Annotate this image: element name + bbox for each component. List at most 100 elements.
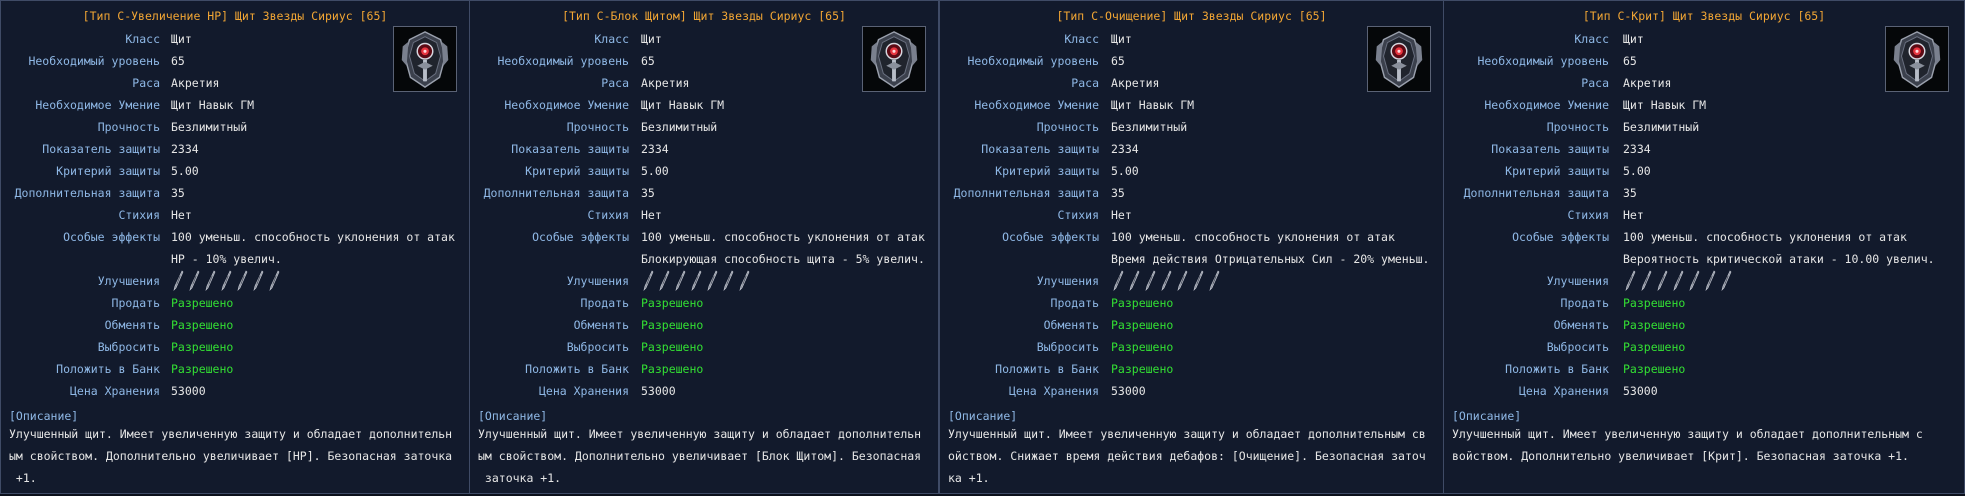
stat-value: 2334 [171,142,199,156]
upgrade-slot-icon [235,270,250,292]
stat-label: Показатель защиты [1491,142,1609,156]
upgrade-slot-icon [1719,270,1734,292]
description-line: ка +1. [948,471,990,485]
upgrade-slot-icon [1671,270,1686,292]
stat-value: 35 [1623,186,1637,200]
stat-value: 2334 [1623,142,1651,156]
stat-label: Класс [594,32,629,46]
stat-value: 35 [171,186,185,200]
stat-label: Продать [1050,296,1099,310]
stat-label: Цена Хранения [69,384,160,398]
upgrade-slot-icon [267,270,282,292]
description-line: Улучшенный щит. Имеет увеличенную защиту… [948,427,1426,441]
stat-label: Раса [601,76,629,90]
stat-value: Щит Навык ГМ [641,98,725,112]
shield-icon [1368,27,1430,91]
upgrade-slots [1111,270,1222,292]
description-line: Улучшенный щит. Имеет увеличенную защиту… [9,427,453,441]
upgrade-slot-icon [1207,270,1222,292]
description-text: Улучшенный щит. Имеет увеличенную защиту… [948,423,1426,489]
stat-value: Разрешено [1623,318,1686,332]
upgrade-slot-icon [721,270,736,292]
stat-value: Разрешено [1111,340,1174,354]
shield-icon [863,27,925,91]
stat-value: Акретия [1111,76,1160,90]
stat-label: Положить в Банк [525,362,629,376]
upgrade-slot-icon [171,270,186,292]
stat-label: Необходимое Умение [504,98,629,112]
upgrade-slot-icon [641,270,656,292]
description-text: Улучшенный щит. Имеет увеличенную защиту… [478,423,921,489]
upgrade-slot-icon [187,270,202,292]
description-heading: [Описание] [948,409,1018,423]
upgrade-slots [1623,270,1734,292]
stat-value: Разрешено [171,296,234,310]
stat-label: Улучшения [1036,274,1099,288]
stat-value: Разрешено [1623,296,1686,310]
item-portrait [1367,26,1431,92]
stat-label: Класс [1574,32,1609,46]
stat-label: Обменять [1553,318,1609,332]
stat-label: Дополнительная защита [1463,186,1609,200]
upgrade-slot-icon [705,270,720,292]
upgrade-slot-icon [203,270,218,292]
stat-value: 35 [1111,186,1125,200]
stat-value: Безлимитный [1111,120,1188,134]
stat-label: Положить в Банк [56,362,160,376]
stat-value: 35 [641,186,655,200]
stat-label: Показатель защиты [981,142,1099,156]
description-line: ойством. Снижает время действия дебафов:… [948,449,1426,463]
description-heading: [Описание] [1452,409,1522,423]
stat-value: Нет [641,208,662,222]
stat-label: Обменять [1043,318,1099,332]
item-portrait [1885,26,1949,92]
item-title: [Тип С-Очищение] Щит Звезды Сириус [65] [1056,9,1327,23]
stat-value-special: 100 уменьш. способность уклонения от ата… [171,230,455,266]
stat-label: Показатель защиты [42,142,160,156]
stat-label: Положить в Банк [995,362,1099,376]
upgrade-slot-icon [737,270,752,292]
upgrade-slot-icon [1127,270,1142,292]
stat-value: Разрешено [1111,362,1174,376]
stat-value: Безлимитный [171,120,248,134]
stat-value: Акретия [1623,76,1672,90]
stat-label: Необходимое Умение [35,98,160,112]
stat-label: Особые эффекты [1002,230,1099,244]
stat-value: 2334 [641,142,669,156]
description-line: ым свойством. Дополнительно увеличивает … [478,449,922,463]
stat-value: Разрешено [1111,296,1174,310]
description-line: Улучшенный щит. Имеет увеличенную защиту… [478,427,922,441]
item-portrait [393,26,457,92]
stat-value: 5.00 [1623,164,1651,178]
description-heading: [Описание] [9,409,79,423]
stat-value: 65 [1111,54,1125,68]
stat-value: Щит [1111,32,1132,46]
stat-value: Разрешено [1111,318,1174,332]
stat-label: Особые эффекты [532,230,629,244]
stat-value: Разрешено [1623,340,1686,354]
item-title: [Тип С-Блок Щитом] Щит Звезды Сириус [65… [562,9,846,23]
stat-value: Щит Навык ГМ [171,98,255,112]
upgrade-slots [641,270,752,292]
stat-value: Разрешено [641,318,704,332]
stat-value: 65 [641,54,655,68]
stat-value: Нет [171,208,192,222]
description-line: войством. Дополнительно увеличивает [Кри… [1452,449,1909,463]
item-title: [Тип С-Крит] Щит Звезды Сириус [65] [1582,9,1826,23]
stat-value: 65 [171,54,185,68]
stat-label: Обменять [573,318,629,332]
stat-label: Критерий защиты [995,164,1099,178]
stat-value: 65 [1623,54,1637,68]
stat-label: Улучшения [566,274,629,288]
stat-label: Выбросить [1546,340,1609,354]
special-effect-line: Блокирующая способность щита - 5% увелич… [641,252,925,266]
stat-label: Дополнительная защита [953,186,1099,200]
stat-label: Продать [1560,296,1609,310]
stat-value: Щит [641,32,662,46]
description-line: +1. [9,471,37,485]
stat-value: Акретия [171,76,220,90]
item-tooltip-2: [Тип С-Блок Щитом] Щит Звезды Сириус [65… [469,0,939,494]
stat-label: Обменять [104,318,160,332]
stat-label: Раса [1071,76,1099,90]
description-text: Улучшенный щит. Имеет увеличенную защиту… [1452,423,1923,467]
